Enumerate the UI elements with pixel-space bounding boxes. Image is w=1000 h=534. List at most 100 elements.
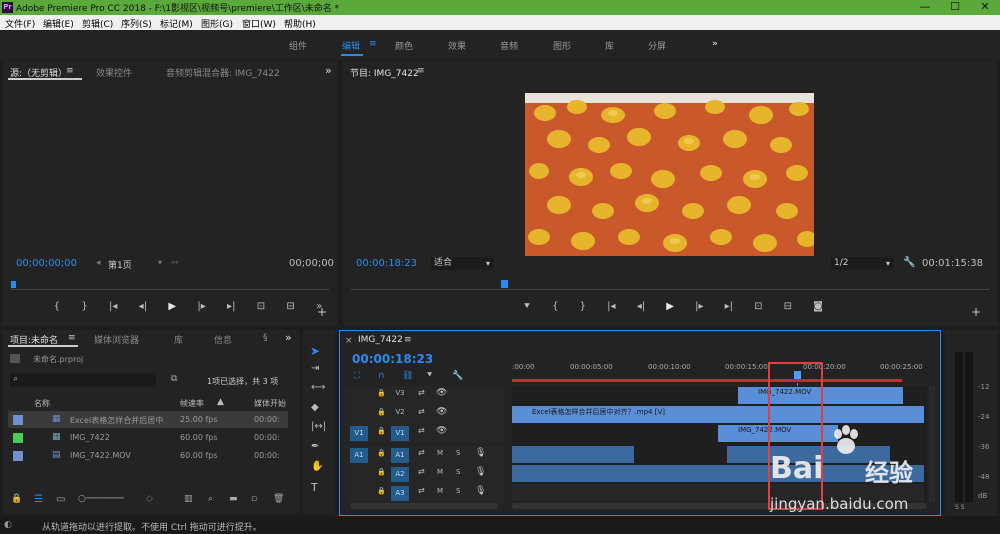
sort-asc-icon[interactable]: ▲ [217,397,224,407]
source-page-prev-icon[interactable]: ◂ [96,258,101,268]
track-lock-icon[interactable]: 🔒 [377,468,386,476]
play-icon[interactable]: ▶ [168,301,176,317]
resolution-select[interactable]: 1/2 ▾ [831,257,893,270]
razor-tool-icon[interactable]: ◆ [311,402,319,413]
tab-libraries[interactable]: 库 [174,333,183,346]
step-forward-icon[interactable]: |▸ [197,301,205,317]
track-select-tool-icon[interactable]: ⇥ [311,363,319,374]
track-lock-icon[interactable]: 🔒 [377,487,386,495]
automate-to-sequence-icon[interactable]: ▥ [184,494,193,504]
track-lock-icon[interactable]: 🔒 [377,389,386,397]
workspace-graphics[interactable]: 图形 [553,39,571,52]
snap-icon[interactable]: ∩ [378,371,385,381]
go-to-in-icon[interactable]: |◂ [109,301,117,317]
column-name[interactable]: 名称 [34,398,50,409]
program-time-ruler[interactable] [351,279,989,295]
source-tab-menu-icon[interactable]: ≡ [66,66,74,76]
program-mark-in-icon[interactable]: { [552,301,558,317]
menu-sequence[interactable]: 序列(S) [121,17,152,30]
step-back-icon[interactable]: ◂| [139,301,147,317]
minimize-button[interactable]: — [910,0,940,15]
source-time-ruler[interactable] [11,279,329,295]
workspace-libraries[interactable]: 库 [605,39,614,52]
tab-effect-controls[interactable]: 效果控件 [96,66,132,79]
track-lock-icon[interactable]: 🔒 [377,449,386,457]
timeline-settings-icon[interactable]: 🔧 [452,371,463,381]
go-to-out-icon[interactable]: ▸| [227,301,235,317]
menu-edit[interactable]: 编辑(E) [43,17,74,30]
label-color-swatch[interactable] [13,451,23,461]
track-lock-icon[interactable]: 🔒 [377,408,386,416]
workspace-menu-icon[interactable]: ≡ [369,39,377,49]
sync-lock-icon[interactable]: ⇄ [418,426,425,435]
menu-window[interactable]: 窗口(W) [242,17,276,30]
mute-button[interactable]: M [437,468,443,476]
program-go-to-in-icon[interactable]: |◂ [607,301,615,317]
timeline-zoom-scrollbar[interactable] [350,503,498,509]
source-page-select[interactable]: 第1页 [108,258,132,271]
source-patch-v1[interactable]: V1 [350,426,368,441]
program-step-forward-icon[interactable]: |▸ [695,301,703,317]
solo-button[interactable]: S [456,487,460,495]
mark-out-icon[interactable]: } [81,301,87,317]
tab-overflow[interactable]: § [263,333,268,343]
track-visibility-icon[interactable]: 👁 [436,426,447,436]
sync-lock-icon[interactable]: ⇄ [418,388,425,397]
label-color-swatch[interactable] [13,433,23,443]
track-visibility-icon[interactable]: 👁 [436,388,447,398]
source-patch-a1[interactable]: A1 [350,448,368,463]
audio-clip-a1[interactable] [512,446,634,463]
list-view-icon[interactable]: ☰ [34,494,43,505]
track-label[interactable]: A1 [391,448,409,463]
workspace-split[interactable]: 分屏 [648,39,666,52]
close-sequence-icon[interactable]: × [345,336,353,346]
mute-button[interactable]: M [437,449,443,457]
label-color-swatch[interactable] [13,415,23,425]
menu-graphics[interactable]: 图形(G) [201,17,233,30]
voiceover-mic-icon[interactable]: 🎙 [475,467,486,477]
program-go-to-out-icon[interactable]: ▸| [725,301,733,317]
linked-selection-icon[interactable]: ⛓ [402,371,413,381]
sort-icon[interactable]: ◇ [146,494,153,504]
program-step-back-icon[interactable]: ◂| [637,301,645,317]
new-item-icon[interactable]: ▫ [251,494,257,504]
icon-view-icon[interactable]: ▭ [56,494,65,505]
project-item-row[interactable]: ▦ IMG_7422 60.00 fps 00:00: [8,429,288,446]
find-icon[interactable]: ⌕ [208,494,213,504]
track-label[interactable]: A2 [391,467,409,482]
track-label[interactable]: V1 [391,426,409,441]
trash-icon[interactable]: 🗑 [273,494,284,504]
voiceover-mic-icon[interactable]: 🎙 [475,448,486,458]
program-play-icon[interactable]: ▶ [666,301,674,317]
workspace-more-button[interactable]: » [712,39,718,49]
tab-media-browser[interactable]: 媒体浏览器 [94,333,139,346]
source-panel-more-icon[interactable]: » [325,64,332,77]
track-label[interactable]: V3 [393,389,407,402]
overwrite-icon[interactable]: ⊟ [286,301,294,317]
program-add-button-icon[interactable]: + [971,305,981,319]
mute-button[interactable]: M [437,487,443,495]
track-label[interactable]: A3 [391,486,409,501]
voiceover-mic-icon[interactable]: 🎙 [475,486,486,496]
menu-file[interactable]: 文件(F) [5,17,35,30]
wrench-icon[interactable]: 🔧 [903,257,915,268]
new-bin-from-search-icon[interactable]: ⧉ [171,374,177,384]
sequence-tab[interactable]: IMG_7422 [358,335,403,345]
timeline-ruler[interactable]: :00:00 00:00:05:00 00:00:10:00 00:00:15:… [512,359,924,383]
menu-marker[interactable]: 标记(M) [160,17,193,30]
close-button[interactable]: ✕ [970,0,1000,15]
program-menu-icon[interactable]: ≡ [417,66,425,76]
workspace-color[interactable]: 颜色 [395,39,413,52]
tab-audio-clip-mixer[interactable]: 音频剪辑混合器: IMG_7422 [166,66,280,79]
lock-icon[interactable]: 🔒 [11,494,22,504]
sync-lock-icon[interactable]: ⇄ [418,486,425,495]
project-item-row[interactable]: ▤ IMG_7422.MOV 60.00 fps 00:00: [8,447,288,464]
hand-tool-icon[interactable]: ✋ [311,461,323,472]
sync-lock-icon[interactable]: ⇄ [418,407,425,416]
nest-icon[interactable]: ⛶ [354,371,360,381]
workspace-assembly[interactable]: 组件 [289,39,307,52]
project-panel-more-icon[interactable]: » [285,331,292,344]
menu-help[interactable]: 帮助(H) [284,17,316,30]
program-playhead[interactable] [501,280,508,288]
mark-in-icon[interactable]: { [54,301,60,317]
